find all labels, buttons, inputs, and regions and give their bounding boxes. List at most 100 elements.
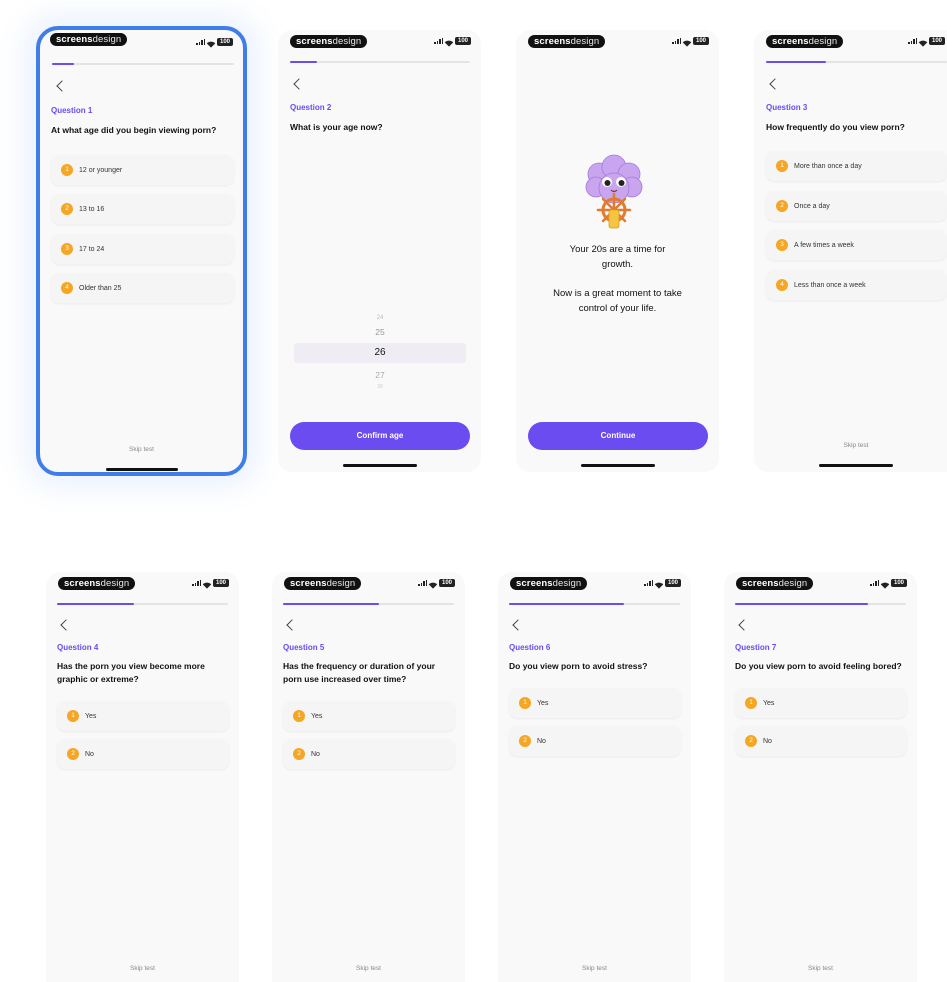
- status-bar: screensdesign 100: [46, 572, 239, 596]
- home-indicator: [343, 464, 417, 467]
- brand-logo: screensdesign: [50, 33, 128, 46]
- answer-option[interactable]: 1 12 or younger: [51, 155, 234, 185]
- continue-button[interactable]: Continue: [528, 422, 708, 450]
- status-icons: 100: [434, 37, 471, 47]
- answer-option[interactable]: 2 No: [283, 739, 455, 769]
- option-label: Yes: [311, 712, 323, 720]
- skip-test-link[interactable]: Skip test: [272, 965, 465, 972]
- option-number-badge: 2: [776, 200, 788, 212]
- answer-option[interactable]: 2 13 to 16: [51, 194, 234, 224]
- brand-logo: screensdesign: [510, 577, 588, 590]
- skip-test-link[interactable]: Skip test: [498, 965, 691, 972]
- answer-option[interactable]: 4 Less than once a week: [766, 270, 947, 300]
- wifi-icon: [444, 38, 454, 47]
- question-label: Question 2: [290, 103, 332, 112]
- wifi-icon: [682, 38, 692, 47]
- battery-icon: 100: [217, 38, 233, 46]
- option-number-badge: 2: [519, 735, 531, 747]
- question-text: Do you view porn to avoid feeling bored?: [735, 661, 902, 671]
- progress-bar: [52, 63, 234, 65]
- signal-icon: [644, 580, 653, 586]
- option-label: No: [85, 750, 94, 758]
- signal-icon: [418, 580, 427, 586]
- status-icons: 100: [908, 37, 945, 47]
- option-number-badge: 2: [67, 748, 79, 760]
- status-bar: screensdesign 100: [754, 30, 947, 54]
- question-label: Question 6: [509, 643, 551, 652]
- chevron-left-icon[interactable]: [769, 78, 781, 90]
- brain-mascot-icon: [585, 154, 643, 229]
- answer-option[interactable]: 1 Yes: [283, 701, 455, 731]
- signal-icon: [908, 38, 917, 44]
- battery-icon: 100: [929, 37, 945, 45]
- progress-bar: [509, 603, 680, 605]
- screen-question-3: screensdesign 100 Question 3 How frequen…: [754, 30, 947, 472]
- picker-value: 25: [375, 327, 385, 337]
- answer-option[interactable]: 3 17 to 24: [51, 234, 234, 264]
- battery-icon: 100: [891, 579, 907, 587]
- progress-fill: [766, 61, 826, 63]
- option-label: Yes: [537, 699, 549, 707]
- skip-test-link[interactable]: Skip test: [724, 965, 917, 972]
- battery-icon: 100: [693, 37, 709, 45]
- status-icons: 100: [644, 579, 681, 589]
- signal-icon: [672, 38, 681, 44]
- chevron-left-icon[interactable]: [60, 619, 72, 631]
- answer-option[interactable]: 2 No: [57, 739, 229, 769]
- chevron-left-icon[interactable]: [738, 619, 750, 631]
- screen-question-2: screensdesign 100 Question 2 What is you…: [278, 30, 481, 472]
- progress-bar: [766, 61, 947, 63]
- wifi-icon: [202, 580, 212, 589]
- answer-option[interactable]: 4 Older than 25: [51, 273, 234, 303]
- option-number-badge: 2: [61, 203, 73, 215]
- status-bar: screensdesign 100: [498, 572, 691, 596]
- screen-question-4: screensdesign 100 Question 4 Has the por…: [46, 572, 239, 982]
- home-indicator: [819, 464, 893, 467]
- answer-option[interactable]: 1 More than once a day: [766, 151, 947, 181]
- chevron-left-icon[interactable]: [56, 80, 68, 92]
- option-label: Less than once a week: [794, 281, 866, 289]
- status-bar: screensdesign 100: [40, 30, 243, 54]
- progress-fill: [509, 603, 624, 605]
- chevron-left-icon[interactable]: [293, 78, 305, 90]
- answer-option[interactable]: 2 No: [735, 726, 907, 756]
- chevron-left-icon[interactable]: [286, 619, 298, 631]
- answer-option[interactable]: 2 Once a day: [766, 191, 947, 221]
- screen-question-1[interactable]: screensdesign 100 Question 1 At what age…: [36, 26, 247, 476]
- confirm-age-button[interactable]: Confirm age: [290, 422, 470, 450]
- wifi-icon: [206, 39, 216, 48]
- option-number-badge: 1: [745, 697, 757, 709]
- option-number-badge: 1: [293, 710, 305, 722]
- skip-test-link[interactable]: Skip test: [40, 446, 243, 453]
- answer-option[interactable]: 1 Yes: [735, 688, 907, 718]
- option-number-badge: 2: [745, 735, 757, 747]
- option-label: No: [537, 737, 546, 745]
- question-label: Question 4: [57, 643, 99, 652]
- answer-option[interactable]: 3 A few times a week: [766, 230, 947, 260]
- battery-icon: 100: [455, 37, 471, 45]
- status-bar: screensdesign 100: [278, 30, 481, 54]
- option-number-badge: 4: [61, 282, 73, 294]
- status-icons: 100: [418, 579, 455, 589]
- home-indicator: [106, 468, 178, 471]
- age-picker[interactable]: 24 25 26 27 28: [294, 315, 466, 395]
- brand-logo: screensdesign: [528, 35, 606, 48]
- option-number-badge: 1: [61, 164, 73, 176]
- question-text: Do you view porn to avoid stress?: [509, 661, 648, 671]
- question-label: Question 7: [735, 643, 777, 652]
- chevron-left-icon[interactable]: [512, 619, 524, 631]
- skip-test-link[interactable]: Skip test: [814, 442, 898, 449]
- status-bar: screensdesign 100: [516, 30, 719, 54]
- question-label: Question 1: [51, 106, 93, 115]
- signal-icon: [196, 39, 205, 45]
- answer-option[interactable]: 1 Yes: [57, 701, 229, 731]
- screen-encouragement: screensdesign 100 Your 20s are a time fo…: [516, 30, 719, 472]
- skip-test-link[interactable]: Skip test: [46, 965, 239, 972]
- option-label: Once a day: [794, 202, 830, 210]
- picker-value: 24: [376, 315, 384, 321]
- wifi-icon: [880, 580, 890, 589]
- answer-option[interactable]: 1 Yes: [509, 688, 681, 718]
- option-label: No: [311, 750, 320, 758]
- progress-bar: [57, 603, 228, 605]
- answer-option[interactable]: 2 No: [509, 726, 681, 756]
